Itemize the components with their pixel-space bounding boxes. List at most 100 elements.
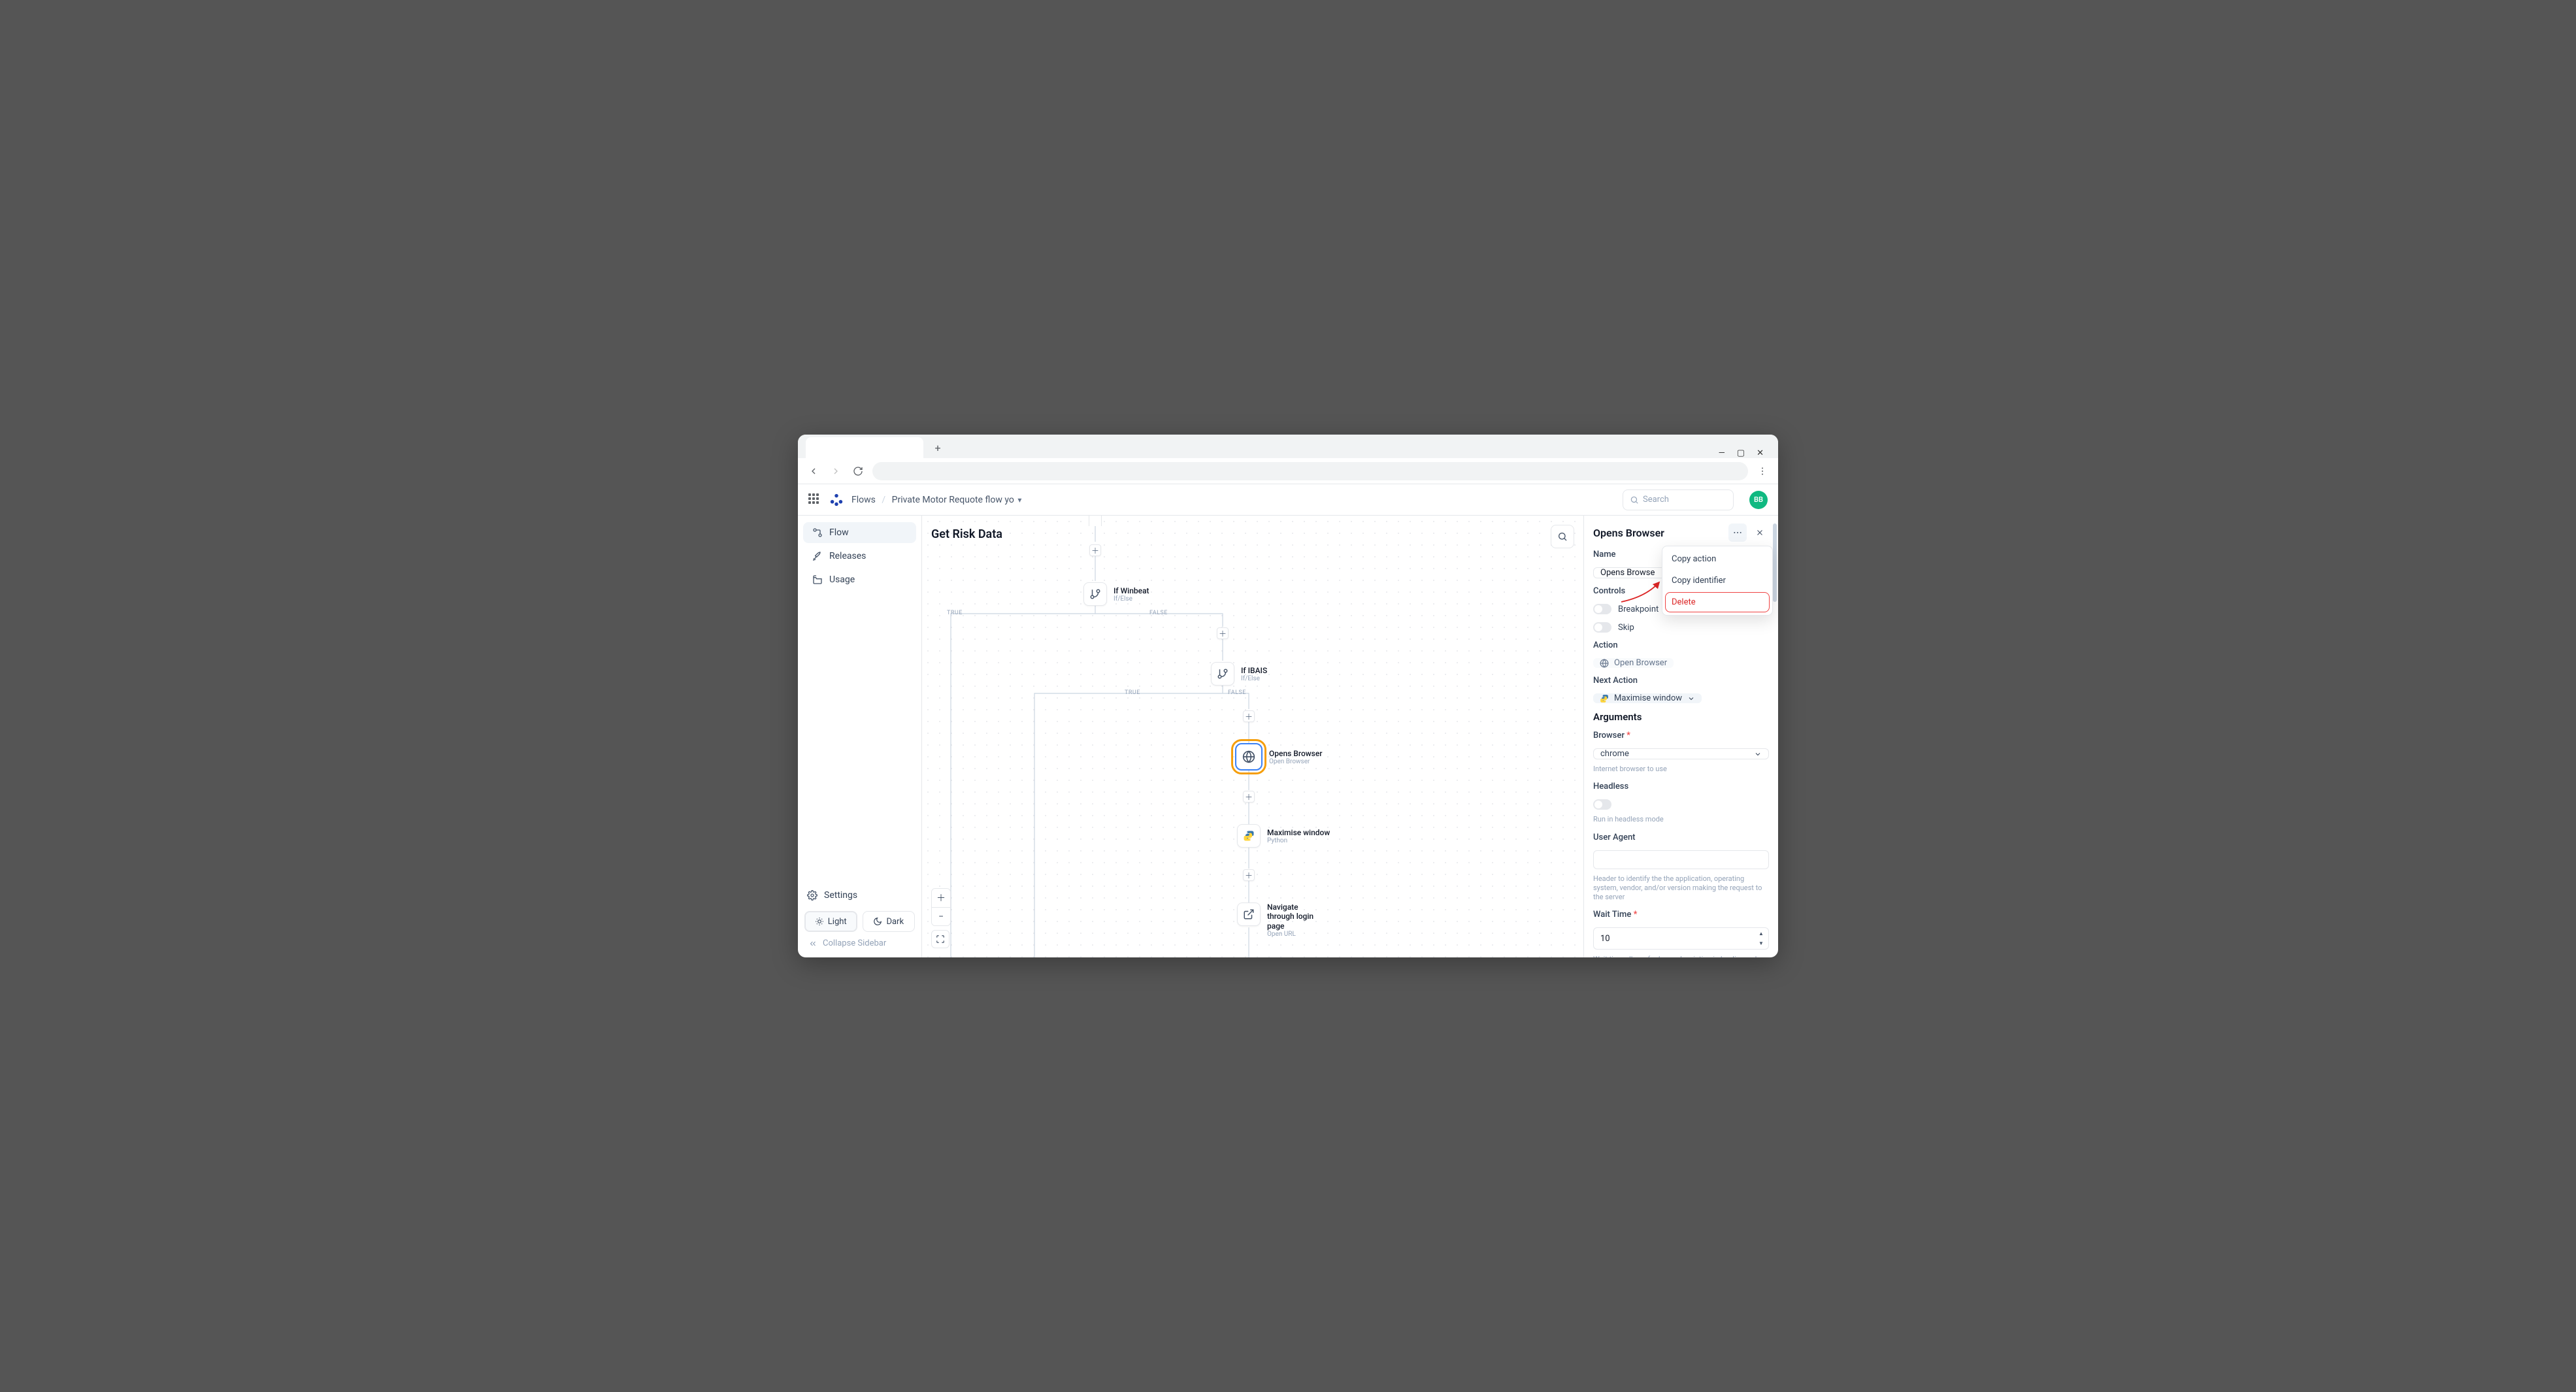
browser-field-label: Browser bbox=[1593, 731, 1769, 740]
sidebar-item-flow[interactable]: Flow bbox=[803, 522, 916, 543]
avatar[interactable]: BB bbox=[1749, 491, 1768, 509]
action-pill: Open Browser bbox=[1593, 658, 1674, 668]
sidebar-item-releases[interactable]: Releases bbox=[803, 546, 916, 567]
search-input[interactable]: Search bbox=[1623, 489, 1734, 510]
python-icon bbox=[1600, 694, 1609, 703]
browser-select[interactable]: chrome bbox=[1593, 748, 1769, 759]
moon-icon bbox=[873, 917, 882, 926]
details-panel: Opens Browser Copy action Copy identifie… bbox=[1583, 516, 1778, 957]
theme-dark-button[interactable]: Dark bbox=[863, 911, 916, 932]
next-action-label: Next Action bbox=[1593, 676, 1769, 686]
sidebar-item-label: Settings bbox=[824, 890, 857, 901]
action-label: Action bbox=[1593, 640, 1769, 650]
collapse-sidebar-button[interactable]: Collapse Sidebar bbox=[804, 932, 915, 951]
node-opens-browser[interactable]: Opens BrowserOpen Browser bbox=[1235, 743, 1323, 771]
sidebar: Flow Releases Usage Settings Light bbox=[798, 516, 922, 957]
maximize-icon[interactable]: ▢ bbox=[1737, 448, 1745, 458]
breadcrumb: Flows / Private Motor Requote flow yo ▾ bbox=[851, 495, 1021, 505]
add-node-button[interactable]: ＋ bbox=[1089, 544, 1101, 556]
skip-toggle[interactable] bbox=[1593, 622, 1611, 633]
flow-edges bbox=[922, 516, 1583, 957]
headless-label: Headless bbox=[1593, 782, 1769, 791]
zoom-controls: ＋ − bbox=[931, 888, 951, 948]
sidebar-item-label: Flow bbox=[829, 527, 849, 538]
sun-icon bbox=[815, 917, 824, 926]
more-horizontal-icon bbox=[1732, 527, 1743, 538]
back-button[interactable] bbox=[806, 463, 821, 479]
add-node-button[interactable]: ＋ bbox=[1243, 791, 1255, 803]
breakpoint-label: Breakpoint bbox=[1618, 605, 1659, 614]
browser-menu-button[interactable] bbox=[1755, 463, 1770, 479]
scrollbar[interactable] bbox=[1773, 523, 1777, 602]
branch-icon bbox=[1217, 668, 1229, 680]
sidebar-item-usage[interactable]: Usage bbox=[803, 569, 916, 590]
node-if-ibais[interactable]: If IBAISIf/Else bbox=[1211, 662, 1267, 686]
user-agent-help: Header to identify the the application, … bbox=[1593, 874, 1769, 903]
number-spinner[interactable]: ▲▼ bbox=[1756, 929, 1766, 948]
browser-tab[interactable] bbox=[806, 437, 923, 458]
flow-canvas[interactable]: Get Risk Data bbox=[922, 516, 1583, 957]
add-node-button[interactable]: ＋ bbox=[1217, 627, 1229, 639]
flow-icon bbox=[812, 527, 823, 538]
next-action-select[interactable]: Maximise window bbox=[1593, 693, 1702, 703]
globe-icon bbox=[1600, 659, 1609, 668]
panel-title: Opens Browser bbox=[1593, 527, 1664, 539]
skip-label: Skip bbox=[1618, 623, 1634, 633]
user-agent-field[interactable] bbox=[1593, 850, 1769, 869]
panel-close-button[interactable] bbox=[1751, 523, 1769, 542]
headless-toggle[interactable] bbox=[1593, 799, 1611, 810]
apps-launcher-icon[interactable] bbox=[808, 493, 821, 506]
headless-help: Run in headless mode bbox=[1593, 815, 1769, 824]
arguments-heading: Arguments bbox=[1593, 711, 1769, 723]
node-if-winbeat[interactable]: If WinbeatIf/Else bbox=[1083, 582, 1149, 606]
menu-copy-action[interactable]: Copy action bbox=[1665, 549, 1770, 569]
wait-time-help: Wait time allows for lag and variation i… bbox=[1593, 955, 1769, 957]
minimize-icon[interactable]: — bbox=[1719, 448, 1725, 458]
chevron-down-icon bbox=[1687, 695, 1695, 703]
node-maximise-window[interactable]: Maximise windowPython bbox=[1237, 824, 1330, 848]
browser-help: Internet browser to use bbox=[1593, 765, 1769, 774]
app-header: Flows / Private Motor Requote flow yo ▾ … bbox=[798, 484, 1778, 516]
add-node-button[interactable]: ＋ bbox=[1243, 710, 1255, 722]
maximize-icon bbox=[936, 935, 945, 944]
user-agent-label: User Agent bbox=[1593, 833, 1769, 842]
close-icon[interactable]: ✕ bbox=[1757, 448, 1764, 458]
external-link-icon bbox=[1243, 908, 1255, 920]
breakpoint-toggle[interactable] bbox=[1593, 604, 1611, 614]
zoom-in-button[interactable]: ＋ bbox=[932, 889, 950, 907]
python-icon bbox=[1243, 830, 1255, 842]
breadcrumb-leaf[interactable]: Private Motor Requote flow yo bbox=[892, 495, 1014, 505]
edge-label-false: FALSE bbox=[1228, 689, 1246, 696]
new-tab-button[interactable]: + bbox=[929, 439, 947, 457]
rocket-icon bbox=[812, 551, 823, 561]
gear-icon bbox=[807, 890, 817, 901]
breadcrumb-root[interactable]: Flows bbox=[851, 495, 876, 505]
search-icon bbox=[1630, 495, 1639, 505]
edge-label-true: TRUE bbox=[947, 610, 963, 616]
branch-icon bbox=[1089, 588, 1101, 600]
add-node-button[interactable]: ＋ bbox=[1243, 869, 1255, 881]
theme-light-button[interactable]: Light bbox=[804, 911, 857, 932]
close-icon bbox=[1755, 528, 1764, 537]
browser-chrome: + — ▢ ✕ bbox=[798, 435, 1778, 484]
chevrons-left-icon bbox=[808, 939, 817, 948]
globe-icon bbox=[1242, 750, 1255, 763]
node-navigate-login[interactable]: Navigate through login pageOpen URL bbox=[1237, 903, 1326, 938]
menu-copy-identifier[interactable]: Copy identifier bbox=[1665, 571, 1770, 591]
edge-label-true: TRUE bbox=[1125, 689, 1140, 696]
chevron-down-icon bbox=[1754, 750, 1762, 758]
chevron-down-icon[interactable]: ▾ bbox=[1017, 495, 1021, 505]
address-bar[interactable] bbox=[872, 462, 1748, 480]
menu-delete[interactable]: Delete bbox=[1665, 592, 1770, 612]
wait-time-field[interactable] bbox=[1593, 927, 1769, 950]
panel-more-button[interactable] bbox=[1728, 523, 1747, 542]
product-logo-icon[interactable] bbox=[829, 493, 844, 507]
app-window: + — ▢ ✕ bbox=[798, 435, 1778, 957]
edge-label-false: FALSE bbox=[1149, 610, 1168, 616]
sidebar-item-settings[interactable]: Settings bbox=[804, 885, 915, 906]
reload-button[interactable] bbox=[850, 463, 866, 479]
fit-view-button[interactable] bbox=[931, 930, 949, 948]
flow-start-stub bbox=[1089, 516, 1102, 526]
forward-button[interactable] bbox=[828, 463, 844, 479]
zoom-out-button[interactable]: − bbox=[932, 907, 950, 925]
